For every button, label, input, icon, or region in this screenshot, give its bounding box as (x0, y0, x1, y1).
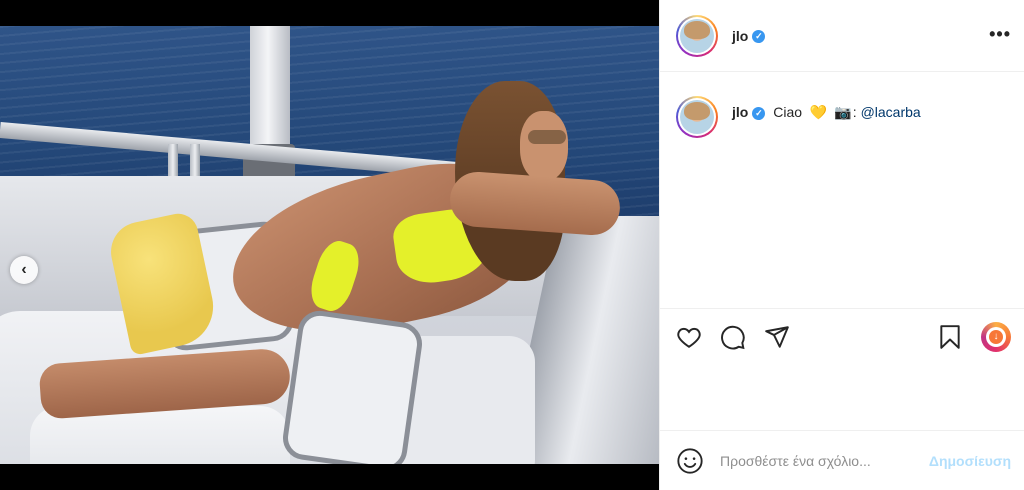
share-icon (765, 325, 789, 348)
post-header: jlo ✓ ••• (660, 0, 1024, 72)
author-username-text: jlo (732, 27, 749, 44)
post-comment-button[interactable]: Δημοσίευση (929, 453, 1011, 469)
comment-bar: Δημοσίευση (660, 430, 1024, 490)
photo-pillow (280, 308, 425, 464)
comment-button[interactable] (718, 322, 748, 352)
photo-sunglasses (528, 130, 566, 144)
emoji-icon[interactable] (676, 447, 704, 475)
download-extension-button[interactable]: ↓ (981, 321, 1011, 352)
save-button[interactable] (935, 322, 965, 352)
photo-face (520, 111, 568, 181)
caption: jlo ✓ Ciao 💛 📷: @lacarba (676, 96, 921, 138)
heart-icon (677, 327, 701, 348)
caption-text: jlo ✓ Ciao 💛 📷: @lacarba (732, 104, 921, 121)
like-button[interactable] (674, 322, 704, 352)
avatar-image (680, 100, 714, 134)
more-options-icon[interactable]: ••• (989, 24, 1011, 45)
avatar-image (680, 18, 714, 53)
comment-icon (721, 325, 745, 349)
bookmark-icon (940, 324, 960, 349)
avatar[interactable] (676, 14, 718, 57)
download-extension-icon: ↓ (986, 326, 1006, 347)
comment-input[interactable] (720, 452, 921, 469)
caption-body: Ciao 💛 📷: @lacarba (773, 104, 920, 120)
post-photo[interactable]: ‹ (0, 26, 659, 464)
yellow-heart-icon: 💛 (809, 104, 828, 120)
camera-icon: 📷 (834, 104, 852, 120)
verified-badge-icon: ✓ (752, 106, 766, 120)
post-media-pane: ‹ (0, 0, 659, 490)
photo-arms (448, 170, 622, 237)
post-side-panel: jlo ✓ ••• jlo ✓ Ciao 💛 📷: @lacarba ↓ Προ… (659, 0, 1024, 490)
caption-separator: : (852, 104, 857, 120)
avatar-border (678, 16, 716, 55)
mention-link[interactable]: @lacarba (861, 104, 921, 120)
caption-username[interactable]: jlo ✓ (732, 104, 766, 120)
avatar-border (678, 98, 716, 136)
author-username[interactable]: jlo ✓ (732, 27, 766, 44)
caption-username-text: jlo (732, 104, 749, 120)
caption-word: Ciao (773, 104, 803, 120)
chevron-left-icon: ‹ (21, 261, 27, 278)
download-arrow-icon: ↓ (989, 329, 1003, 344)
verified-badge-icon: ✓ (752, 30, 766, 44)
caption-avatar[interactable] (676, 96, 718, 138)
post-actions: ↓ (660, 308, 1024, 364)
previous-slide-button[interactable]: ‹ (10, 256, 38, 284)
share-button[interactable] (762, 322, 792, 352)
